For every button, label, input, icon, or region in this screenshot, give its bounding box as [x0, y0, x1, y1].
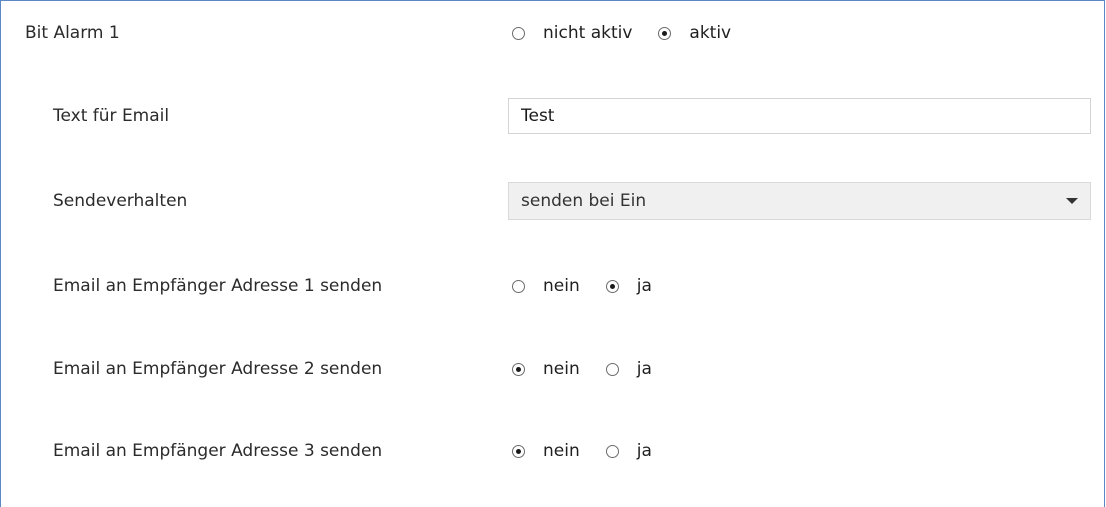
bit-alarm-option-aktiv[interactable]: aktiv — [658, 23, 731, 43]
recipient-3-option-ja[interactable]: ja — [605, 441, 652, 461]
send-behavior-selected-value: senden bei Ein — [521, 191, 647, 211]
recipient-2-row: Email an Empfänger Adresse 2 senden nein… — [1, 349, 1104, 389]
recipient-2-option-nein-label: nein — [543, 359, 580, 379]
send-behavior-row: Sendeverhalten senden bei Ein — [1, 181, 1104, 221]
settings-panel: Bit Alarm 1 nicht aktiv aktiv Text für E… — [0, 0, 1105, 507]
bit-alarm-radio-group: nicht aktiv aktiv — [512, 23, 757, 43]
bit-alarm-option-nicht-aktiv[interactable]: nicht aktiv — [512, 23, 632, 43]
bit-alarm-row: Bit Alarm 1 nicht aktiv aktiv — [1, 13, 1104, 53]
radio-circle-icon[interactable] — [605, 362, 619, 376]
email-text-row: Text für Email — [1, 96, 1104, 136]
bit-alarm-option-nicht-aktiv-label: nicht aktiv — [543, 23, 633, 43]
recipient-1-option-nein-label: nein — [543, 276, 580, 296]
email-text-label: Text für Email — [53, 106, 170, 126]
recipient-1-row: Email an Empfänger Adresse 1 senden nein… — [1, 266, 1104, 306]
recipient-3-option-nein[interactable]: nein — [512, 441, 580, 461]
recipient-1-radio-group: nein ja — [512, 276, 678, 296]
recipient-2-option-ja[interactable]: ja — [605, 359, 652, 379]
recipient-2-option-ja-label: ja — [636, 359, 652, 379]
recipient-1-option-nein[interactable]: nein — [512, 276, 580, 296]
recipient-1-option-ja[interactable]: ja — [605, 276, 652, 296]
bit-alarm-label: Bit Alarm 1 — [25, 23, 120, 43]
chevron-down-icon — [1066, 198, 1078, 204]
recipient-3-option-ja-label: ja — [636, 441, 652, 461]
recipient-3-option-nein-label: nein — [543, 441, 580, 461]
radio-circle-icon[interactable] — [512, 279, 525, 293]
radio-circle-icon[interactable] — [512, 444, 525, 458]
recipient-2-option-nein[interactable]: nein — [512, 359, 580, 379]
radio-circle-icon[interactable] — [605, 279, 619, 293]
recipient-3-label: Email an Empfänger Adresse 3 senden — [53, 441, 383, 461]
radio-circle-icon[interactable] — [605, 444, 619, 458]
radio-circle-icon[interactable] — [658, 26, 672, 40]
recipient-3-radio-group: nein ja — [512, 441, 678, 461]
recipient-1-label: Email an Empfänger Adresse 1 senden — [53, 276, 383, 296]
send-behavior-select[interactable]: senden bei Ein — [508, 182, 1091, 220]
email-text-input[interactable] — [508, 98, 1091, 134]
recipient-1-option-ja-label: ja — [636, 276, 652, 296]
recipient-3-row: Email an Empfänger Adresse 3 senden nein… — [1, 431, 1104, 471]
recipient-2-label: Email an Empfänger Adresse 2 senden — [53, 359, 383, 379]
recipient-2-radio-group: nein ja — [512, 359, 678, 379]
radio-circle-icon[interactable] — [512, 362, 525, 376]
radio-circle-icon[interactable] — [512, 26, 525, 40]
bit-alarm-option-aktiv-label: aktiv — [689, 23, 732, 43]
send-behavior-label: Sendeverhalten — [53, 191, 188, 211]
